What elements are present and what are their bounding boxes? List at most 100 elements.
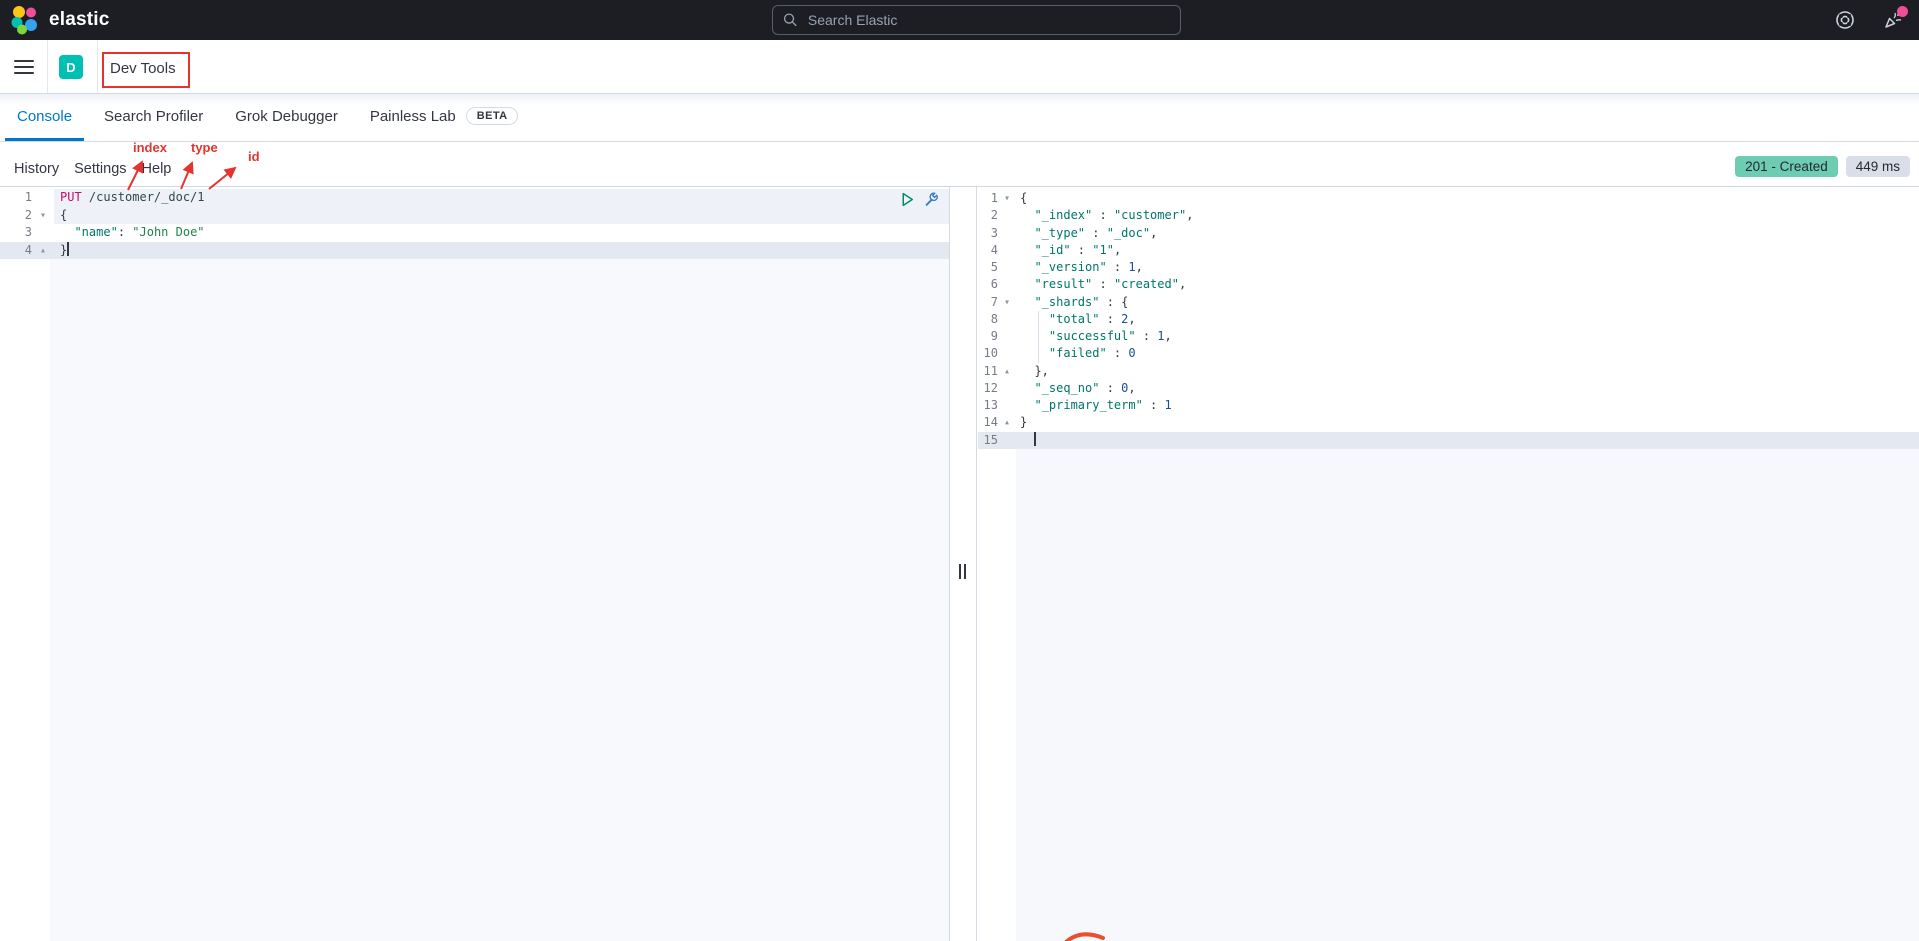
fold-spacer: [998, 432, 1016, 449]
fold-spacer: [32, 224, 54, 242]
time-badge: 449 ms: [1846, 156, 1910, 177]
line-number: 7: [978, 294, 998, 311]
code-text[interactable]: "_type" : "_doc",: [1016, 225, 1919, 242]
text-cursor: [67, 242, 69, 256]
code-text[interactable]: }: [54, 242, 949, 260]
code-line[interactable]: 11▴ },: [978, 363, 1919, 380]
line-number: 6: [978, 276, 998, 293]
code-text[interactable]: "successful" : 1,: [1016, 328, 1919, 345]
console-menu-help[interactable]: Help: [142, 161, 172, 177]
line-number: 4: [978, 242, 998, 259]
code-text[interactable]: "_index" : "customer",: [1016, 207, 1919, 224]
divider: [97, 40, 98, 93]
code-text[interactable]: "_seq_no" : 0,: [1016, 380, 1919, 397]
fold-spacer: [998, 397, 1016, 414]
drag-handle-icon[interactable]: [959, 564, 966, 579]
code-text[interactable]: "_primary_term" : 1: [1016, 397, 1919, 414]
text-cursor: [1034, 432, 1036, 446]
console-toolbar: HistorySettingsHelp 201 - Created 449 ms: [0, 142, 1919, 186]
send-request-icon[interactable]: [899, 191, 916, 208]
code-text[interactable]: {: [1016, 190, 1919, 207]
space-avatar[interactable]: D: [59, 55, 83, 79]
search-icon: [783, 12, 798, 28]
line-number: 14: [978, 414, 998, 431]
line-number: 13: [978, 397, 998, 414]
wrench-icon[interactable]: [923, 191, 940, 208]
code-text[interactable]: "total" : 2,: [1016, 311, 1919, 328]
indent-guide: [1038, 311, 1039, 363]
code-line[interactable]: 7▾ "_shards" : {: [978, 294, 1919, 311]
code-line[interactable]: 5 "_version" : 1,: [978, 259, 1919, 276]
code-text[interactable]: PUT /customer/_doc/1: [54, 189, 949, 207]
brand-text: elastic: [49, 9, 110, 31]
elastic-logo[interactable]: [10, 5, 40, 35]
code-line[interactable]: 8 "total" : 2,: [978, 311, 1919, 328]
tab-console[interactable]: Console: [5, 94, 84, 141]
code-line[interactable]: 12 "_seq_no" : 0,: [978, 380, 1919, 397]
fold-up-icon[interactable]: ▴: [998, 414, 1016, 431]
tab-painless-lab[interactable]: Painless Lab BETA: [358, 94, 531, 141]
tab-label: Painless Lab: [370, 108, 456, 125]
menu-icon[interactable]: [14, 60, 34, 74]
global-search[interactable]: [772, 5, 1181, 35]
line-number: 1: [978, 190, 998, 207]
code-text[interactable]: "name": "John Doe": [54, 224, 949, 242]
response-viewer[interactable]: 1▾{2 "_index" : "customer",3 "_type" : "…: [978, 187, 1919, 941]
tab-grok-debugger[interactable]: Grok Debugger: [223, 94, 350, 141]
request-editor[interactable]: 1PUT /customer/_doc/12▾{3 "name": "John …: [0, 187, 950, 941]
fold-spacer: [998, 380, 1016, 397]
editor-background[interactable]: [50, 259, 949, 941]
code-text[interactable]: "_shards" : {: [1016, 294, 1919, 311]
console-menu-settings[interactable]: Settings: [74, 161, 126, 177]
code-text[interactable]: "_version" : 1,: [1016, 259, 1919, 276]
line-number: 2: [978, 207, 998, 224]
code-line[interactable]: 3 "name": "John Doe": [0, 224, 949, 242]
line-number: 9: [978, 328, 998, 345]
search-input[interactable]: [806, 11, 1170, 29]
line-number: 10: [978, 345, 998, 362]
code-line[interactable]: 6 "result" : "created",: [978, 276, 1919, 293]
line-number: 15: [978, 432, 998, 449]
fold-down-icon[interactable]: ▾: [32, 207, 54, 225]
line-number: 3: [0, 224, 32, 242]
code-text[interactable]: "_id" : "1",: [1016, 242, 1919, 259]
code-line[interactable]: 1▾{: [978, 190, 1919, 207]
code-text[interactable]: [1016, 432, 1919, 449]
line-number: 3: [978, 225, 998, 242]
code-text[interactable]: "result" : "created",: [1016, 276, 1919, 293]
help-icon[interactable]: [1835, 10, 1855, 30]
code-line[interactable]: 9 "successful" : 1,: [978, 328, 1919, 345]
fold-up-icon[interactable]: ▴: [998, 363, 1016, 380]
tab-label: Console: [17, 108, 72, 125]
code-line[interactable]: 4▴}: [0, 242, 949, 260]
notification-dot: [1897, 6, 1908, 17]
fold-spacer: [998, 225, 1016, 242]
fold-down-icon[interactable]: ▾: [998, 190, 1016, 207]
line-number: 1: [0, 189, 32, 207]
code-line[interactable]: 14▴}: [978, 414, 1919, 431]
code-line[interactable]: 13 "_primary_term" : 1: [978, 397, 1919, 414]
code-line[interactable]: 1 PUT /customer/_doc/1: [0, 189, 949, 207]
nav-bar: D Dev Tools: [0, 40, 1919, 94]
panel-resizer[interactable]: [951, 187, 977, 941]
code-text[interactable]: {: [54, 207, 949, 225]
line-number: 2: [0, 207, 32, 225]
code-line[interactable]: 4 "_id" : "1",: [978, 242, 1919, 259]
console-menu-history[interactable]: History: [14, 161, 59, 177]
newsfeed-icon[interactable]: [1883, 10, 1903, 30]
code-line[interactable]: 3 "_type" : "_doc",: [978, 225, 1919, 242]
code-text[interactable]: }: [1016, 414, 1919, 431]
tab-search-profiler[interactable]: Search Profiler: [92, 94, 215, 141]
fold-down-icon[interactable]: ▾: [998, 294, 1016, 311]
breadcrumb[interactable]: Dev Tools: [110, 60, 176, 77]
code-line[interactable]: 10 "failed" : 0: [978, 345, 1919, 362]
line-number: 11: [978, 363, 998, 380]
fold-spacer: [32, 189, 54, 207]
code-text[interactable]: "failed" : 0: [1016, 345, 1919, 362]
beta-badge: BETA: [466, 107, 519, 125]
fold-up-icon[interactable]: ▴: [32, 242, 54, 260]
code-line[interactable]: 15: [978, 432, 1919, 449]
code-text[interactable]: },: [1016, 363, 1919, 380]
code-line[interactable]: 2 "_index" : "customer",: [978, 207, 1919, 224]
code-line[interactable]: 2▾{: [0, 207, 949, 225]
